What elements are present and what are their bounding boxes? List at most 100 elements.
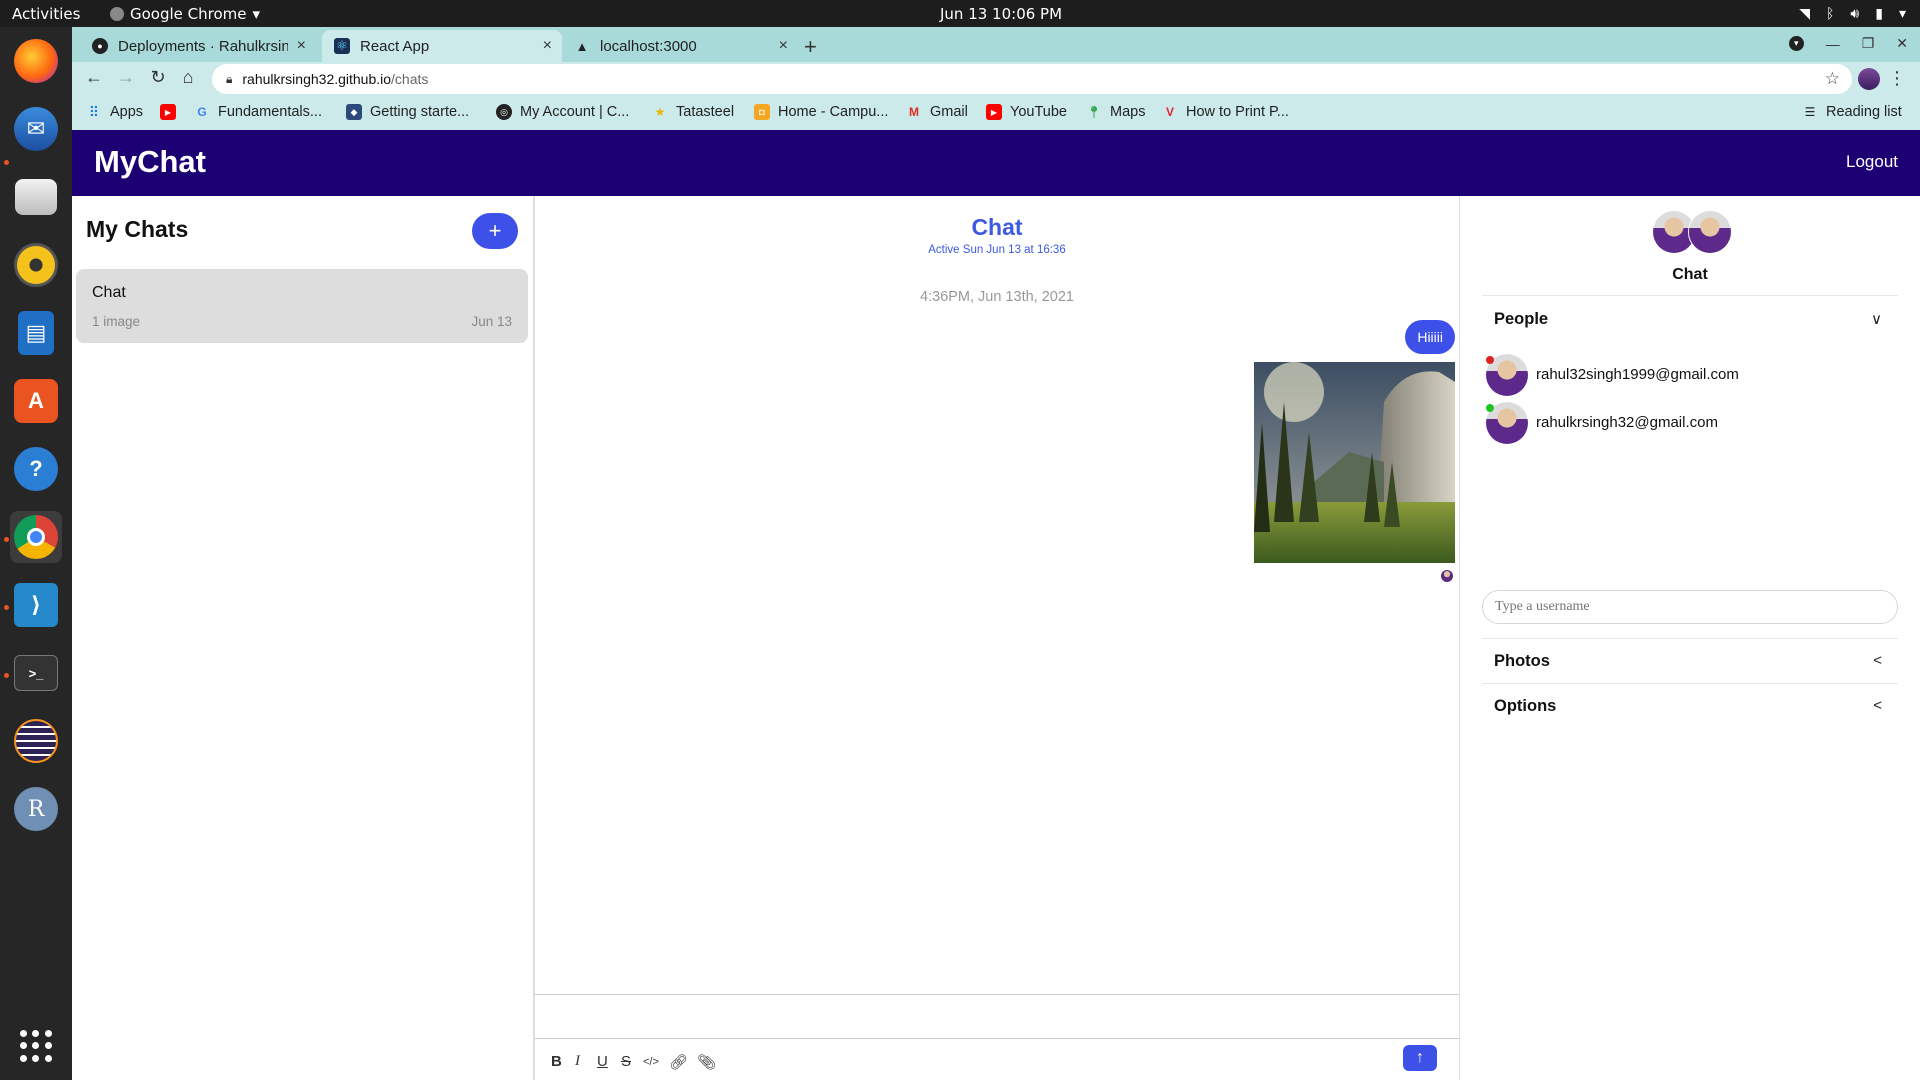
plus-icon: + (488, 218, 502, 243)
dock-writer[interactable]: ▤ (10, 307, 62, 359)
strikethrough-icon[interactable]: S (621, 1053, 631, 1070)
system-tray[interactable]: ◥ ᛒ 🔊︎ ▮ ▾ (1799, 6, 1906, 22)
dock-help[interactable]: ? (10, 443, 62, 495)
thunderbird-icon: ✉ (14, 107, 58, 151)
logout-button[interactable]: Logout (1846, 152, 1898, 172)
italic-icon[interactable]: I (575, 1053, 580, 1070)
new-tab-button[interactable]: + (804, 34, 817, 60)
show-apps-icon[interactable] (20, 1030, 52, 1062)
bookmark-apps[interactable]: ⠿ Apps (86, 104, 143, 121)
photos-section-title[interactable]: Photos (1494, 652, 1550, 671)
running-indicator (4, 160, 9, 165)
divider (1482, 638, 1898, 639)
dock-eclipse[interactable] (10, 715, 62, 767)
status-dot-icon (1486, 356, 1494, 364)
minimize-icon[interactable]: — (1826, 36, 1840, 52)
attach-icon[interactable]: 📎︎ (697, 1053, 716, 1071)
message-image[interactable] (1254, 362, 1455, 563)
close-tab-icon[interactable]: × (297, 37, 306, 55)
bookmark-youtube-2[interactable]: ▶ YouTube (986, 104, 1067, 120)
close-tab-icon[interactable]: × (543, 37, 552, 55)
wifi-icon: ◥ (1799, 5, 1811, 22)
bookmark-label: Fundamentals... (218, 104, 322, 120)
bluetooth-icon: ᛒ (1826, 5, 1835, 22)
chevron-down-icon[interactable]: ∨ (1871, 310, 1882, 328)
reload-icon[interactable]: ↻ (146, 67, 170, 88)
dock-files[interactable] (10, 171, 62, 223)
dock-software[interactable]: A (10, 375, 62, 427)
dock-thunderbird[interactable]: ✉ (10, 103, 62, 155)
person-row[interactable]: rahul32singh1999@gmail.com (1486, 354, 1906, 398)
clock[interactable]: Jun 13 10:06 PM (940, 5, 1062, 23)
maximize-icon[interactable]: ❐ (1862, 35, 1875, 52)
volume-icon: 🔊︎ (1850, 5, 1860, 22)
bookmark-home-campus[interactable]: ◘ Home - Campu... (754, 104, 888, 120)
chat-avatars (1652, 210, 1732, 254)
dock-chrome[interactable] (10, 511, 62, 563)
help-icon: ? (14, 447, 58, 491)
dock-firefox[interactable] (10, 35, 62, 87)
message-timestamp: 4:36PM, Jun 13th, 2021 (920, 289, 1074, 305)
mountain-photo (1254, 362, 1455, 563)
tab-deployments[interactable]: ● Deployments · Rahulkrsin × (80, 30, 316, 62)
close-window-icon[interactable]: ✕ (1896, 35, 1908, 52)
person-email: rahulkrsingh32@gmail.com (1536, 414, 1718, 431)
app-menu[interactable]: Google Chrome ▾ (110, 5, 260, 23)
system-top-bar: Activities Google Chrome ▾ Jun 13 10:06 … (0, 0, 1920, 27)
bookmark-icon: ◆ (346, 104, 362, 120)
dock-r[interactable]: R (10, 783, 62, 835)
people-section-title[interactable]: People (1494, 310, 1548, 329)
underline-icon[interactable]: U (597, 1053, 608, 1070)
dock-vscode[interactable]: ⟩ (10, 579, 62, 631)
vscode-icon: ⟩ (14, 583, 58, 627)
more-menu-icon[interactable]: ⋮ (1888, 68, 1906, 89)
activities-button[interactable]: Activities (12, 5, 80, 23)
forward-icon[interactable]: → (114, 67, 138, 88)
app-root: MyChat Logout My Chats + Chat 1 image Ju… (72, 130, 1920, 1080)
react-icon: ⚛ (334, 38, 350, 54)
profile-avatar[interactable] (1858, 68, 1880, 90)
person-row[interactable]: rahulkrsingh32@gmail.com (1486, 402, 1906, 446)
bookmark-gmail[interactable]: M Gmail (906, 104, 968, 120)
bookmark-star-icon[interactable]: ☆ (1825, 69, 1840, 89)
chat-card[interactable]: Chat 1 image Jun 13 (76, 269, 528, 343)
running-indicator (4, 605, 9, 610)
tab-react-app[interactable]: ⚛ React App × (322, 30, 562, 62)
back-icon[interactable]: ← (82, 67, 106, 88)
close-tab-icon[interactable]: × (779, 37, 788, 55)
address-bar[interactable]: 🔒︎ rahulkrsingh32.github.io/chats ☆ (212, 64, 1852, 94)
chat-list-title: My Chats (86, 216, 189, 242)
options-section-title[interactable]: Options (1494, 697, 1556, 716)
bookmark-tatasteel[interactable]: ★ Tatasteel (652, 104, 734, 120)
bookmark-how-to-print[interactable]: V How to Print P... (1162, 104, 1289, 120)
bookmark-my-account[interactable]: ◎ My Account | C... (496, 104, 629, 120)
reading-list[interactable]: ☰ Reading list (1802, 104, 1902, 120)
add-user-input[interactable] (1482, 590, 1898, 624)
bookmark-maps[interactable]: 📍︎ Maps (1086, 104, 1145, 120)
url-path: /chats (391, 71, 429, 87)
chat-card-preview: 1 image (92, 314, 141, 329)
battery-icon: ▮ (1875, 5, 1883, 22)
chevron-left-icon[interactable]: < (1873, 652, 1882, 669)
code-icon[interactable]: </> (643, 1056, 659, 1068)
bookmark-label: Maps (1110, 104, 1146, 120)
send-button[interactable]: ↑ (1403, 1045, 1437, 1071)
tab-search-icon[interactable]: ▾ (1788, 36, 1804, 51)
dock-rhythmbox[interactable] (10, 239, 62, 291)
message-bubble[interactable]: Hiiiii (1405, 320, 1455, 354)
home-icon[interactable]: ⌂ (176, 67, 200, 88)
dock-terminal[interactable]: >_ (10, 647, 62, 699)
caret-down-icon: ▾ (1898, 5, 1906, 22)
tab-localhost[interactable]: ▲ localhost:3000 × (562, 30, 798, 62)
message-input[interactable] (535, 995, 1459, 1039)
new-chat-button[interactable]: + (472, 213, 518, 249)
link-icon[interactable]: 🔗︎ (669, 1053, 688, 1071)
bookmark-getting-started[interactable]: ◆ Getting starte... (346, 104, 469, 120)
reading-list-label: Reading list (1826, 104, 1902, 120)
chevron-left-icon[interactable]: < (1873, 697, 1882, 714)
bookmark-youtube-1[interactable]: ▶ (160, 104, 184, 120)
window-controls: ▾ — ❐ ✕ (1788, 35, 1908, 52)
bookmark-fundamentals[interactable]: G Fundamentals... (194, 104, 322, 120)
chat-feed: Chat Active Sun Jun 13 at 16:36 4:36PM, … (534, 196, 1460, 1080)
bold-icon[interactable]: B (551, 1053, 562, 1070)
